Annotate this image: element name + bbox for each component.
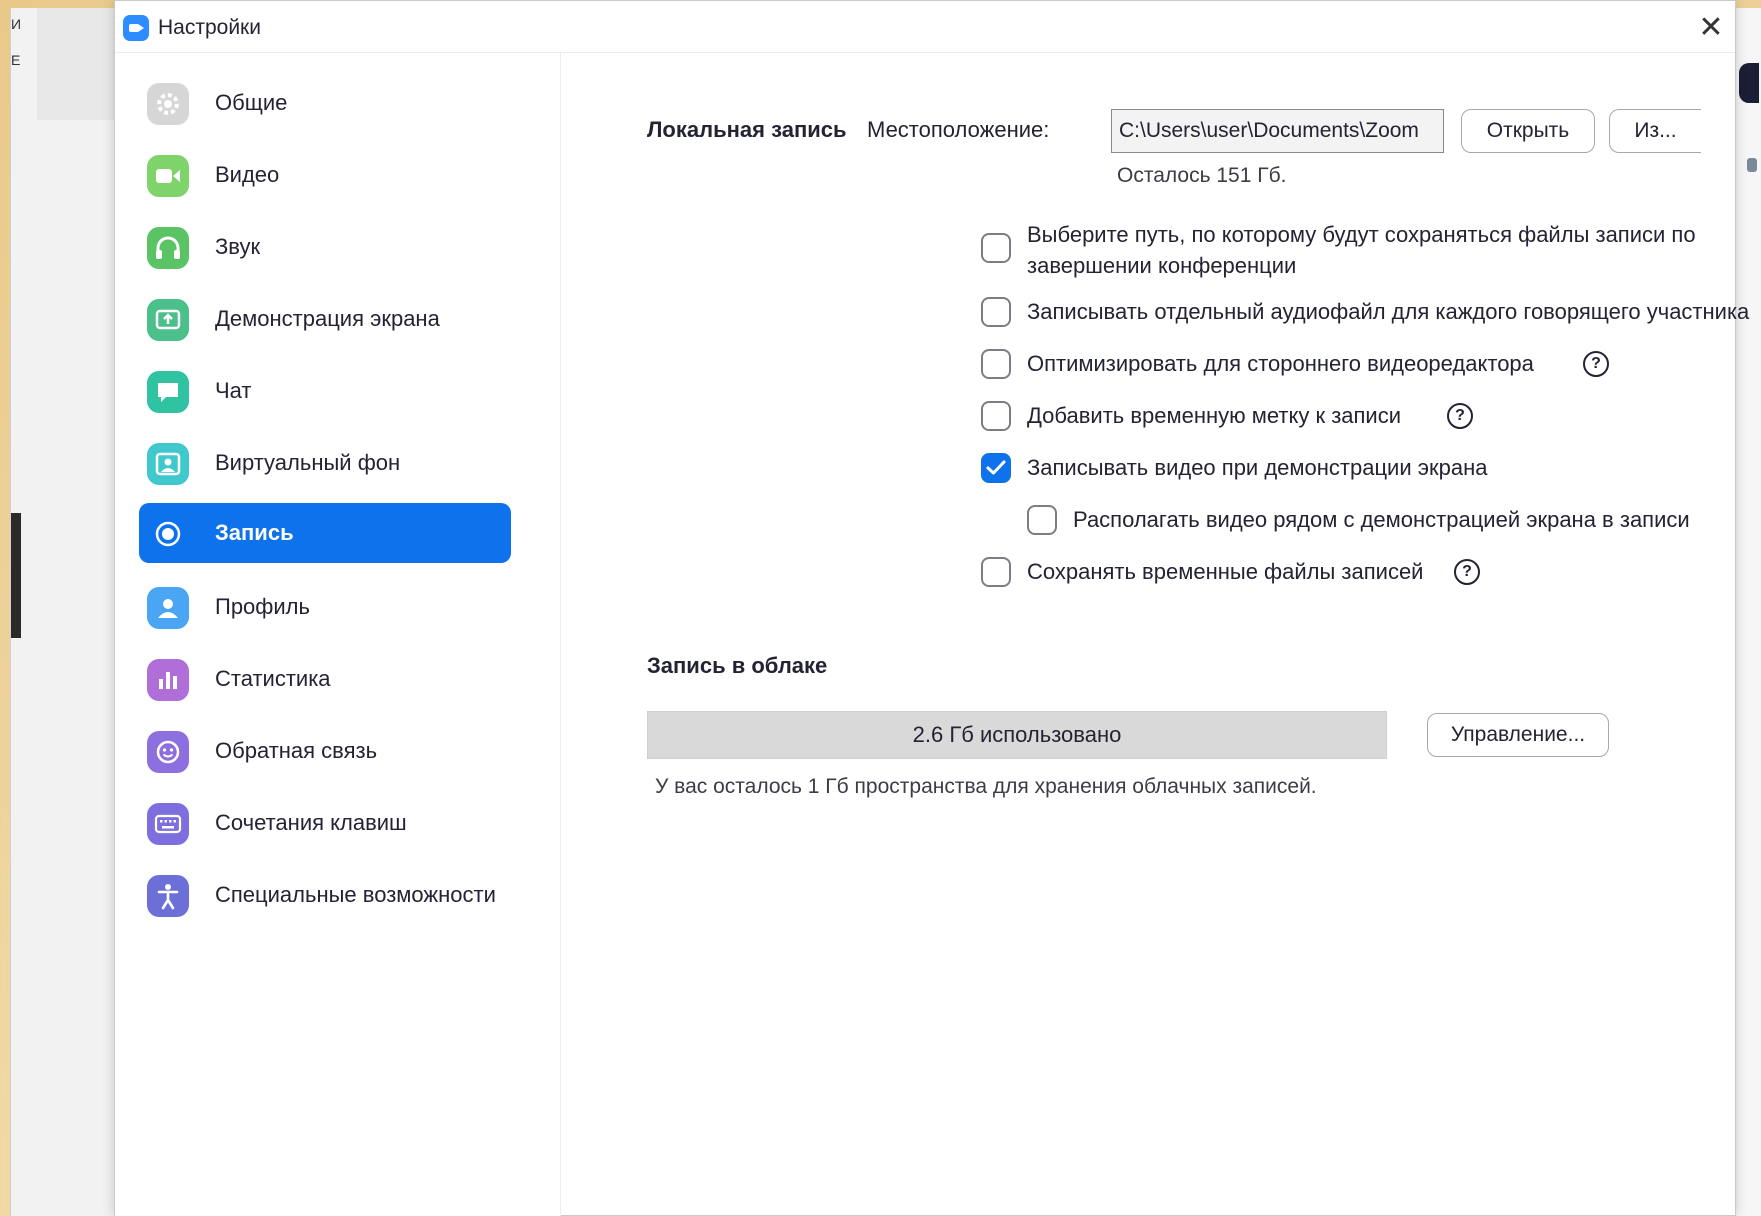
video-next-to-share-label: Располагать видео рядом с демонстрацией …	[1073, 507, 1690, 532]
background-settings-icon	[1747, 158, 1757, 172]
background-app-icon	[1739, 63, 1759, 103]
separate-audio-checkbox[interactable]	[981, 297, 1011, 327]
sidebar-item-label: Чат	[215, 378, 252, 403]
choose-path-checkbox[interactable]	[981, 233, 1011, 263]
background-right-panel	[1737, 8, 1761, 1216]
smiley-icon	[147, 731, 189, 773]
sidebar-item-profile[interactable]: Профиль	[139, 577, 511, 637]
share-screen-icon	[147, 299, 189, 341]
portrait-icon	[147, 443, 189, 485]
sidebar-item-audio[interactable]: Звук	[139, 217, 511, 277]
record-icon	[147, 513, 189, 555]
sidebar: Общие Видео Звук Демонстрация экрана Чат	[115, 53, 561, 1216]
cloud-storage-bar: 2.6 Гб использовано	[647, 711, 1387, 759]
sidebar-item-label: Обратная связь	[215, 738, 378, 763]
local-space-left: Осталось 151 Гб.	[1117, 164, 1287, 187]
window-title: Настройки	[158, 16, 261, 39]
sidebar-item-label: Видео	[215, 162, 280, 187]
sidebar-item-statistics[interactable]: Статистика	[139, 649, 511, 709]
change-folder-button[interactable]: Из...	[1609, 109, 1701, 153]
sidebar-item-video[interactable]: Видео	[139, 145, 511, 205]
headphones-icon	[147, 227, 189, 269]
choose-path-label-line2: завершении конференции	[1027, 253, 1297, 278]
sidebar-item-label: Виртуальный фон	[215, 450, 401, 475]
user-icon	[147, 587, 189, 629]
sidebar-item-label: Статистика	[215, 666, 331, 691]
video-next-to-share-checkbox[interactable]	[1027, 505, 1057, 535]
location-path-field[interactable]	[1111, 109, 1444, 153]
record-video-screenshare-label: Записывать видео при демонстрации экрана	[1027, 455, 1488, 480]
chat-bubble-icon	[147, 371, 189, 413]
sidebar-item-label: Запись	[215, 520, 294, 545]
background-dark-strip	[11, 513, 21, 638]
close-button[interactable]: ✕	[1693, 9, 1729, 45]
keyboard-icon	[147, 803, 189, 845]
optimize-editor-label: Оптимизировать для стороннего видеоредак…	[1027, 351, 1534, 376]
record-video-screenshare-checkbox[interactable]	[981, 453, 1011, 483]
open-folder-button[interactable]: Открыть	[1461, 109, 1595, 153]
cloud-recording-title: Запись в облаке	[647, 653, 828, 678]
sidebar-item-label: Специальные возможности	[215, 882, 496, 907]
sidebar-item-general[interactable]: Общие	[139, 73, 511, 133]
local-recording-title: Локальная запись	[647, 117, 847, 142]
title-bar: Настройки ✕	[115, 1, 1735, 53]
accessibility-icon	[147, 875, 189, 917]
timestamp-label: Добавить временную метку к записи	[1027, 403, 1402, 428]
choose-path-label: Выберите путь, по которому будут сохраня…	[1027, 222, 1696, 247]
gear-icon	[147, 83, 189, 125]
sidebar-item-label: Профиль	[215, 594, 310, 619]
timestamp-checkbox[interactable]	[981, 401, 1011, 431]
help-icon[interactable]: ?	[1447, 403, 1473, 429]
sidebar-item-label: Общие	[215, 90, 288, 115]
sidebar-item-feedback[interactable]: Обратная связь	[139, 721, 511, 781]
settings-dialog: Настройки ✕ Общие Видео Звук Демонстраци…	[114, 0, 1749, 1216]
location-label: Местоположение:	[867, 117, 1050, 142]
cloud-storage-used: 2.6 Гб использовано	[912, 722, 1122, 747]
manage-cloud-button[interactable]: Управление...	[1427, 713, 1609, 757]
sidebar-item-chat[interactable]: Чат	[139, 361, 511, 421]
sidebar-item-shortcuts[interactable]: Сочетания клавиш	[139, 793, 511, 853]
camera-icon	[147, 155, 189, 197]
sidebar-item-label: Звук	[215, 234, 261, 259]
keep-temp-files-label: Сохранять временные файлы записей	[1027, 559, 1424, 584]
sidebar-item-screen-share[interactable]: Демонстрация экрана	[139, 289, 511, 349]
sidebar-item-recording[interactable]: Запись	[139, 503, 511, 563]
keep-temp-files-checkbox[interactable]	[981, 557, 1011, 587]
help-icon[interactable]: ?	[1583, 351, 1609, 377]
background-item-1: И	[11, 16, 22, 32]
sidebar-item-label: Демонстрация экрана	[215, 306, 440, 331]
zoom-logo-icon	[123, 15, 149, 41]
recording-settings-panel: Локальная запись Местоположение: Открыть…	[561, 53, 1749, 1216]
background-item-2: Е	[11, 52, 21, 68]
sidebar-item-virtual-background[interactable]: Виртуальный фон	[139, 433, 511, 493]
bar-chart-icon	[147, 659, 189, 701]
separate-audio-label: Записывать отдельный аудиофайл для каждо…	[1027, 299, 1750, 324]
checkmark-icon	[986, 460, 1006, 475]
sidebar-item-accessibility[interactable]: Специальные возможности	[139, 865, 511, 925]
cloud-storage-remaining: У вас осталось 1 Гб пространства для хра…	[655, 775, 1317, 798]
sidebar-item-label: Сочетания клавиш	[215, 810, 407, 835]
optimize-editor-checkbox[interactable]	[981, 349, 1011, 379]
help-icon[interactable]: ?	[1454, 559, 1480, 585]
